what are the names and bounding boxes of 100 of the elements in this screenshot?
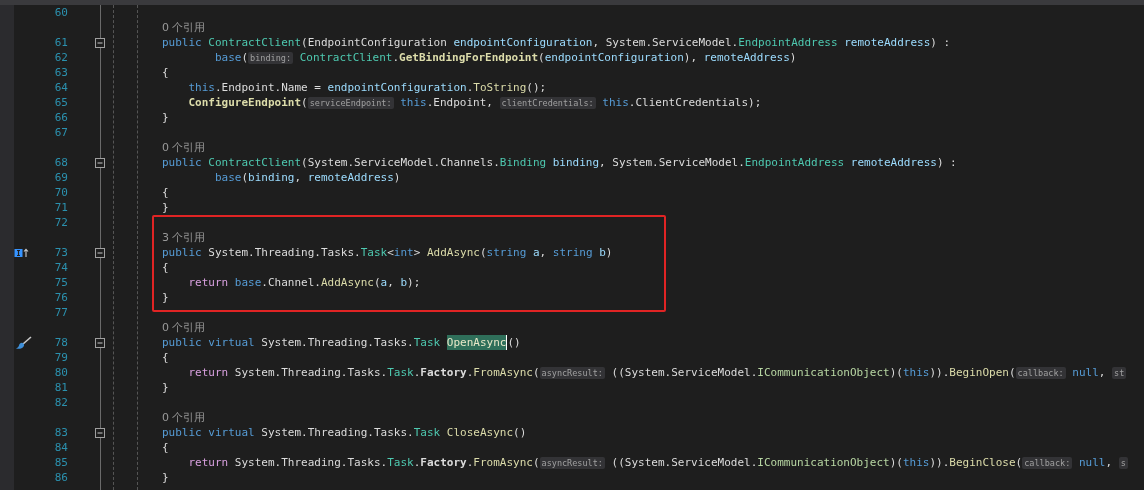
line-number: 78 <box>54 336 68 349</box>
inlay-hint: binding: <box>248 51 294 64</box>
method-name-token: ConfigureEndpoint <box>187 95 302 110</box>
code-text: (); <box>526 80 547 95</box>
code-text: . <box>466 365 474 380</box>
line-number: 67 <box>54 126 68 139</box>
code-text: , System.ServiceModel. <box>592 35 739 50</box>
paintbrush-icon[interactable] <box>14 335 32 350</box>
type-name-token: Task <box>387 455 414 470</box>
collapse-icon[interactable] <box>95 157 105 168</box>
member-token: Factory <box>420 455 467 470</box>
identifier-token: a <box>532 245 540 260</box>
code-text: )). <box>929 455 950 470</box>
reference-count-link[interactable]: 0 个引用 <box>162 410 206 425</box>
code-text: , <box>1105 455 1114 470</box>
keyword-token: null <box>1071 365 1099 380</box>
method-name-token: CloseAsync <box>446 425 514 440</box>
code-text: System.Threading.Tasks. <box>233 455 388 470</box>
keyword-token: this <box>601 95 629 110</box>
line-number: 84 <box>54 441 68 454</box>
line-number: 62 <box>54 51 68 64</box>
identifier-token: binding <box>552 155 600 170</box>
code-text: } <box>162 110 169 125</box>
code-text: } <box>162 470 169 485</box>
inlay-hint: callback: <box>1022 456 1073 469</box>
identifier-token: remoteAddress <box>844 35 931 50</box>
collapse-icon[interactable] <box>95 37 105 48</box>
collapse-icon[interactable] <box>95 337 105 348</box>
identifier-token: endpointConfiguration <box>327 80 467 95</box>
keyword-token: return <box>187 275 230 290</box>
method-name-token: ToString <box>473 80 527 95</box>
line-number: 69 <box>54 171 68 184</box>
keyword-token: this <box>399 95 427 110</box>
code-text: , <box>539 245 548 260</box>
selected-text: OpenAsync <box>446 335 508 350</box>
inlay-hint: asyncResult: <box>539 366 605 379</box>
type-name-token: Binding <box>499 155 548 170</box>
code-text: System.Threading.Tasks. <box>233 365 388 380</box>
collapse-icon[interactable] <box>95 247 105 258</box>
reference-count-link[interactable]: 0 个引用 <box>162 320 206 335</box>
type-name-token: Task <box>413 425 442 440</box>
code-text: .Endpoint, <box>426 95 494 110</box>
code-text: ( <box>479 245 487 260</box>
implements-icon[interactable] <box>14 247 29 258</box>
code-text: .Endpoint.Name = <box>215 80 322 95</box>
method-name-token: AddAsync <box>320 275 374 290</box>
code-text: .ClientCredentials); <box>628 95 762 110</box>
line-number: 66 <box>54 111 68 124</box>
code-text: ( <box>1015 455 1023 470</box>
line-number: 71 <box>54 201 68 214</box>
code-text: ( <box>1008 365 1016 380</box>
line-number: 77 <box>54 306 68 319</box>
code-text: ((System.ServiceModel. <box>610 365 758 380</box>
line-number: 86 <box>54 471 68 484</box>
identifier-token: remoteAddress <box>850 155 937 170</box>
code-text: ( <box>241 170 249 185</box>
keyword-token: base <box>234 275 262 290</box>
code-text: { <box>162 65 169 80</box>
line-number: 64 <box>54 81 68 94</box>
keyword-token: base <box>213 170 242 185</box>
type-name-token: Task <box>387 365 414 380</box>
line-number: 82 <box>54 396 68 409</box>
keyword-token: int <box>393 245 414 260</box>
keyword-token: this <box>903 455 930 470</box>
collapse-icon[interactable] <box>95 427 105 438</box>
line-number: 70 <box>54 186 68 199</box>
line-number: 68 <box>54 156 68 169</box>
code-text: (System.ServiceModel.Channels. <box>301 155 500 170</box>
identifier-token: endpointConfiguration <box>544 50 684 65</box>
type-name-token: ICommunicationObject <box>757 455 890 470</box>
keyword-token: return <box>187 365 229 380</box>
code-text: , <box>387 275 395 290</box>
code-text: )( <box>889 455 903 470</box>
reference-count-link[interactable]: 3 个引用 <box>162 230 206 245</box>
method-name-token: FromAsync <box>473 365 533 380</box>
code-text: ), <box>683 50 699 65</box>
type-name-token: ContractClient <box>208 35 302 50</box>
code-text: ( <box>241 50 249 65</box>
code-text: )( <box>889 365 903 380</box>
line-number: 60 <box>54 6 68 19</box>
code-text: ) <box>393 170 401 185</box>
reference-count-link[interactable]: 0 个引用 <box>162 20 206 35</box>
code-text: System.Threading.Tasks. <box>207 245 361 260</box>
keyword-token: public virtual <box>162 425 255 440</box>
reference-count-link[interactable]: 0 个引用 <box>162 140 206 155</box>
keyword-token: this <box>187 80 215 95</box>
code-text: ); <box>407 275 421 290</box>
keyword-token: string <box>552 245 594 260</box>
code-text: ) : <box>930 35 951 50</box>
method-name-token: FromAsync <box>473 455 533 470</box>
code-text: , <box>294 170 303 185</box>
code-text: , System.ServiceModel. <box>599 155 745 170</box>
code-text: .Channel. <box>261 275 321 290</box>
code-text: } <box>162 200 169 215</box>
inlay-hint: serviceEndpoint: <box>307 96 394 109</box>
keyword-token: public <box>162 35 203 50</box>
code-text: () <box>507 335 521 350</box>
type-name-token: ContractClient <box>208 155 302 170</box>
identifier-token: remoteAddress <box>703 50 790 65</box>
code-text: } <box>162 290 169 305</box>
